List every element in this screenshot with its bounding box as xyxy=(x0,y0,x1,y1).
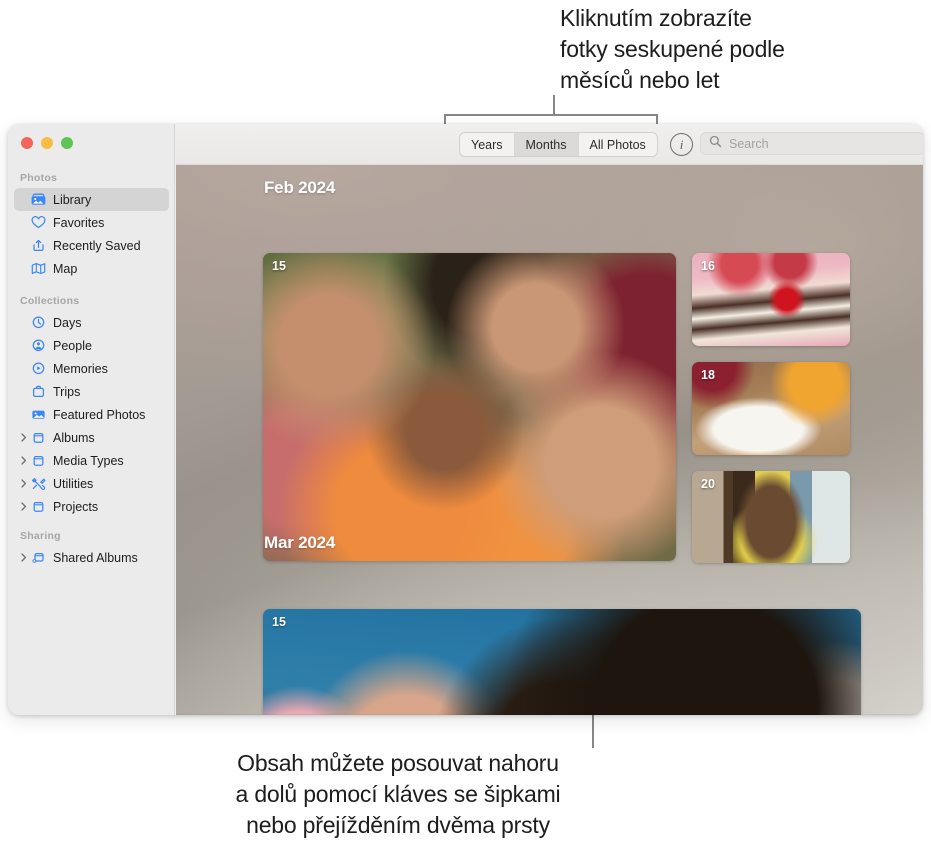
album-icon xyxy=(30,454,47,467)
sidebar-item-label: Utilities xyxy=(53,476,94,491)
search-field[interactable] xyxy=(700,132,923,155)
shared-album-icon xyxy=(30,551,47,564)
photo-image xyxy=(692,471,850,563)
search-input[interactable] xyxy=(727,135,901,152)
main-area: Years Months All Photos i Feb 2024 15 xyxy=(176,124,923,715)
album-icon xyxy=(30,431,47,444)
callout-text-top: Kliknutím zobrazíte fotky seskupené podl… xyxy=(560,5,785,93)
minimize-button[interactable] xyxy=(41,137,53,149)
sidebar-item-label: Projects xyxy=(53,499,99,514)
utilities-icon xyxy=(30,477,47,490)
chevron-right-icon[interactable] xyxy=(18,433,30,442)
chevron-right-icon[interactable] xyxy=(18,479,30,488)
sidebar-item-label: People xyxy=(53,338,92,353)
sidebar-item-label: Featured Photos xyxy=(53,407,146,422)
sidebar-item-label: Favorites xyxy=(53,215,105,230)
photo-image xyxy=(263,253,676,561)
search-icon xyxy=(709,135,722,153)
sidebar-group-collections: Days People Memories Trips Featured Phot… xyxy=(8,311,175,518)
sidebar-item-utilities[interactable]: Utilities xyxy=(14,472,169,495)
day-badge: 16 xyxy=(701,259,715,273)
day-badge: 15 xyxy=(272,615,286,629)
day-badge: 18 xyxy=(701,368,715,382)
heart-icon xyxy=(30,216,47,229)
sidebar-item-memories[interactable]: Memories xyxy=(14,357,169,380)
sidebar-item-trips[interactable]: Trips xyxy=(14,380,169,403)
zoom-button[interactable] xyxy=(61,137,73,149)
sidebar-item-label: Library xyxy=(53,192,92,207)
sidebar: Photos Library Favorites Recently Saved xyxy=(8,124,175,715)
month-header-feb: Feb 2024 xyxy=(264,178,336,197)
person-icon xyxy=(30,339,47,352)
month-header-mar: Mar 2024 xyxy=(264,533,336,552)
chevron-right-icon[interactable] xyxy=(18,502,30,511)
sidebar-item-map[interactable]: Map xyxy=(14,257,169,280)
tab-months[interactable]: Months xyxy=(514,133,579,156)
photo-portrait-blue[interactable]: 15 xyxy=(263,609,861,715)
sidebar-group-photos-title: Photos xyxy=(20,172,58,184)
sidebar-item-featured-photos[interactable]: Featured Photos xyxy=(14,403,169,426)
sidebar-group-sharing-title: Sharing xyxy=(20,530,61,542)
sidebar-item-label: Days xyxy=(53,315,82,330)
sidebar-item-label: Recently Saved xyxy=(53,238,141,253)
sidebar-item-label: Memories xyxy=(53,361,108,376)
photo-grid-scroll-area[interactable]: Feb 2024 15 16 18 20 Mar 2024 15 xyxy=(176,165,923,715)
chevron-right-icon[interactable] xyxy=(18,553,30,562)
callout-bracket-horizontal xyxy=(444,114,658,116)
photo-plated-food[interactable]: 18 xyxy=(692,362,850,455)
tab-all-photos[interactable]: All Photos xyxy=(578,133,657,156)
sidebar-item-media-types[interactable]: Media Types xyxy=(14,449,169,472)
map-icon xyxy=(30,262,47,275)
sidebar-group-photos: Library Favorites Recently Saved Map xyxy=(8,188,175,280)
photo-image xyxy=(692,253,850,346)
clock-icon xyxy=(30,316,47,329)
sidebar-group-collections-title: Collections xyxy=(20,295,80,307)
sidebar-group-sharing: Shared Albums xyxy=(8,546,175,569)
toolbar: Years Months All Photos i xyxy=(176,124,923,165)
featured-photos-icon xyxy=(30,408,47,421)
sidebar-item-label: Map xyxy=(53,261,78,276)
sidebar-item-recently-saved[interactable]: Recently Saved xyxy=(14,234,169,257)
library-icon xyxy=(30,193,47,206)
sidebar-item-label: Trips xyxy=(53,384,81,399)
sidebar-item-days[interactable]: Days xyxy=(14,311,169,334)
day-badge: 20 xyxy=(701,477,715,491)
sidebar-item-favorites[interactable]: Favorites xyxy=(14,211,169,234)
sidebar-item-people[interactable]: People xyxy=(14,334,169,357)
photos-app-window: Photos Library Favorites Recently Saved xyxy=(8,124,923,715)
info-button-label: i xyxy=(679,137,684,152)
content-bottom-edge xyxy=(176,714,923,715)
sidebar-item-shared-albums[interactable]: Shared Albums xyxy=(14,546,169,569)
callout-text-bottom: Obsah můžete posouvat nahoru a dolů pomo… xyxy=(235,750,561,838)
photo-image xyxy=(692,362,850,455)
info-button[interactable]: i xyxy=(670,133,693,156)
window-traffic-lights xyxy=(21,137,73,149)
sidebar-item-library[interactable]: Library xyxy=(14,188,169,211)
view-mode-segmented-control[interactable]: Years Months All Photos xyxy=(459,132,658,157)
close-button[interactable] xyxy=(21,137,33,149)
sidebar-item-label: Shared Albums xyxy=(53,550,138,565)
day-badge: 15 xyxy=(272,259,286,273)
memories-icon xyxy=(30,362,47,375)
photo-portrait-beach[interactable]: 20 xyxy=(692,471,850,563)
chevron-right-icon[interactable] xyxy=(18,456,30,465)
trips-icon xyxy=(30,385,47,398)
photo-cake-slice[interactable]: 16 xyxy=(692,253,850,346)
photo-image xyxy=(263,609,861,715)
sidebar-item-albums[interactable]: Albums xyxy=(14,426,169,449)
callout-bracket-stem xyxy=(553,95,555,115)
sidebar-item-label: Albums xyxy=(53,430,95,445)
recently-saved-icon xyxy=(30,239,47,252)
album-icon xyxy=(30,500,47,513)
photo-group-selfie[interactable]: 15 xyxy=(263,253,676,561)
sidebar-item-projects[interactable]: Projects xyxy=(14,495,169,518)
tab-years[interactable]: Years xyxy=(460,133,515,156)
sidebar-item-label: Media Types xyxy=(53,453,124,468)
